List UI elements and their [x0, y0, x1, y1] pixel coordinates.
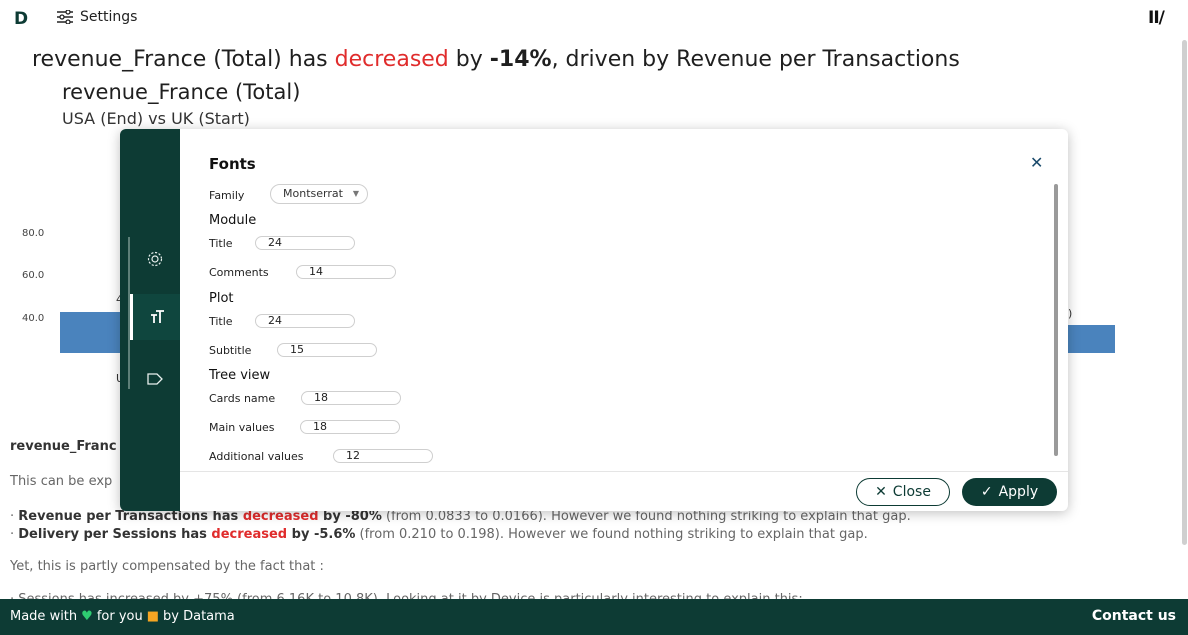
font-family-value: Montserrat	[283, 187, 343, 200]
apply-button-label: Apply	[998, 484, 1039, 500]
analysis-title: revenue_Franc	[10, 439, 117, 454]
plot-subtitle-label: Subtitle	[209, 344, 252, 357]
gear-icon[interactable]	[130, 236, 180, 282]
apply-button[interactable]: ✓ Apply	[962, 478, 1057, 506]
chart-title: revenue_France (Total)	[62, 80, 301, 104]
module-comments-label: Comments	[209, 266, 269, 279]
headline-post: , driven by Revenue per Transactions	[551, 47, 960, 72]
tag-icon-svg	[147, 373, 163, 385]
cards-name-input[interactable]: 18	[301, 391, 401, 405]
analysis-bullet: · Revenue per Transactions has decreased…	[10, 509, 911, 524]
analysis-cut-line: · Sessions has increased by +75% (from 6…	[10, 592, 803, 599]
sliders-icon	[57, 10, 73, 24]
bullet-trend: decreased	[211, 527, 288, 542]
headline-pre: revenue_France (Total) has	[32, 47, 335, 72]
chart-bar-right[interactable]	[1068, 325, 1115, 353]
datama-logo[interactable]: D	[14, 9, 28, 29]
plot-title-input[interactable]: 24	[255, 314, 355, 328]
fist-bump-icon: ■	[146, 609, 160, 624]
plot-title-label: Title	[209, 315, 233, 328]
analysis-bullet: · Delivery per Sessions has decreased by…	[10, 527, 868, 542]
additional-values-input[interactable]: 12	[333, 449, 433, 463]
close-button[interactable]: ✕ Close	[856, 478, 950, 506]
settings-label: Settings	[80, 9, 138, 25]
footer: Made with ♥ for you ■ by Datama Contact …	[0, 599, 1188, 635]
bullet-mid: by -5.6%	[287, 527, 356, 542]
bullet-rest: (from 0.210 to 0.198). However we found …	[355, 527, 868, 542]
plot-subtitle-input[interactable]: 15	[277, 343, 377, 357]
main-values-label: Main values	[209, 421, 275, 434]
bullet-rest: (from 0.0833 to 0.0166). However we foun…	[381, 509, 911, 524]
footer-credits: Made with ♥ for you ■ by Datama	[10, 609, 235, 624]
tag-icon[interactable]	[130, 356, 180, 402]
font-size-icon-svg	[150, 310, 164, 323]
tree-view-group-title: Tree view	[209, 368, 271, 383]
settings-button[interactable]: Settings	[56, 9, 137, 25]
y-tick-label: 80.0	[22, 228, 45, 239]
chart-subtitle: USA (End) vs UK (Start)	[62, 109, 250, 128]
headline-mid: by	[448, 47, 490, 72]
page-headline: revenue_France (Total) has decreased by …	[32, 47, 960, 72]
contact-us-link[interactable]: Contact us	[1092, 608, 1176, 624]
heart-icon: ♥	[81, 609, 93, 624]
footer-by: by Datama	[163, 609, 235, 624]
bullet-mid: by -80%	[318, 509, 382, 524]
modal-title: Fonts	[209, 155, 256, 173]
modal-divider	[180, 471, 1068, 472]
bullet-bold: Delivery per Sessions has	[18, 527, 212, 542]
y-tick-label: 60.0	[22, 270, 45, 281]
analysis-compensated: Yet, this is partly compensated by the f…	[10, 559, 324, 574]
additional-values-label: Additional values	[209, 450, 304, 463]
family-label: Family	[209, 189, 245, 202]
modal-scrollbar[interactable]	[1054, 184, 1058, 456]
top-bar: D Settings II/	[0, 0, 1188, 40]
close-icon[interactable]: ✕	[1030, 153, 1043, 172]
caret-down-icon: ▼	[352, 189, 359, 198]
plot-group-title: Plot	[209, 291, 234, 306]
page-scrollbar[interactable]	[1182, 40, 1187, 545]
bar-data-label: )	[1068, 307, 1073, 320]
y-tick-label: 40.0	[22, 313, 45, 324]
cards-name-label: Cards name	[209, 392, 276, 405]
modal-sidebar	[120, 129, 180, 511]
module-comments-input[interactable]: 14	[296, 265, 396, 279]
headline-trend: decreased	[334, 47, 449, 72]
chart-bar-left[interactable]	[60, 312, 124, 353]
brand-mark-icon[interactable]: II/	[1148, 8, 1165, 28]
bullet-trend: decreased	[242, 509, 319, 524]
bullet-bold: Revenue per Transactions has	[18, 509, 243, 524]
module-title-label: Title	[209, 237, 233, 250]
close-x-icon: ✕	[875, 484, 887, 500]
gear-icon-svg	[147, 251, 163, 267]
module-group-title: Module	[209, 213, 257, 228]
analysis-intro: This can be exp	[10, 474, 113, 489]
main-values-input[interactable]: 18	[300, 420, 400, 434]
footer-for-you: for you	[96, 609, 143, 624]
font-family-select[interactable]: Montserrat ▼	[270, 184, 368, 204]
check-icon: ✓	[980, 484, 993, 500]
font-size-icon[interactable]	[130, 294, 180, 340]
close-button-label: Close	[892, 484, 931, 500]
footer-made-with: Made with	[10, 609, 78, 624]
headline-pct: -14%	[489, 47, 552, 72]
module-title-input[interactable]: 24	[255, 236, 355, 250]
fonts-settings-modal: Fonts ✕ Family Montserrat ▼ Module Title…	[120, 129, 1068, 511]
